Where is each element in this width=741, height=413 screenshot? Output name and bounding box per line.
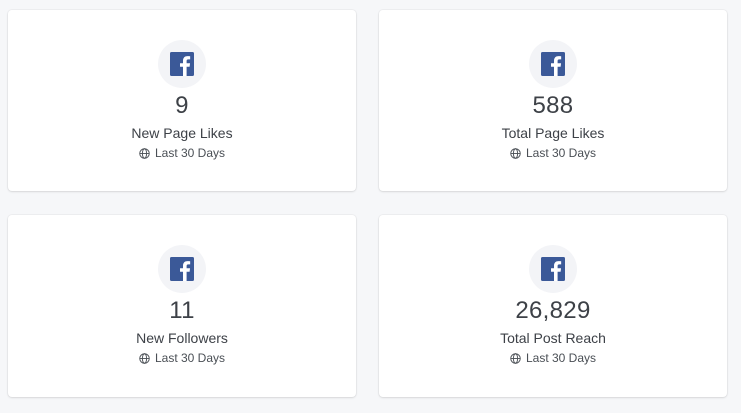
metric-card-new-page-likes: 9 New Page Likes Last 30 Days bbox=[8, 10, 356, 191]
facebook-icon-badge bbox=[158, 40, 206, 88]
metric-label: New Followers bbox=[136, 330, 228, 346]
period-label: Last 30 Days bbox=[525, 146, 597, 160]
facebook-icon bbox=[541, 52, 565, 76]
facebook-icon bbox=[170, 52, 194, 76]
globe-icon bbox=[139, 147, 150, 159]
metric-card-total-post-reach: 26,829 Total Post Reach Last 30 Days bbox=[379, 215, 727, 397]
facebook-icon-badge bbox=[529, 40, 577, 88]
period-indicator: Last 30 Days bbox=[139, 350, 225, 366]
period-label: Last 30 Days bbox=[154, 351, 226, 365]
globe-icon bbox=[510, 352, 521, 364]
globe-icon bbox=[510, 147, 521, 159]
period-label: Last 30 Days bbox=[154, 146, 226, 160]
metric-value: 26,829 bbox=[515, 297, 591, 324]
metric-card-total-page-likes: 588 Total Page Likes Last 30 Days bbox=[379, 10, 727, 191]
facebook-icon-badge bbox=[158, 245, 206, 293]
metric-value: 9 bbox=[175, 92, 189, 119]
metric-card-new-followers: 11 New Followers Last 30 Days bbox=[8, 215, 356, 397]
period-indicator: Last 30 Days bbox=[510, 145, 596, 161]
metric-label: Total Post Reach bbox=[500, 330, 606, 346]
metric-value: 11 bbox=[169, 297, 195, 324]
metric-label: Total Page Likes bbox=[501, 125, 605, 141]
facebook-icon bbox=[541, 257, 565, 281]
period-indicator: Last 30 Days bbox=[510, 350, 596, 366]
period-indicator: Last 30 Days bbox=[139, 145, 225, 161]
facebook-icon-badge bbox=[529, 245, 577, 293]
facebook-icon bbox=[170, 257, 194, 281]
metrics-grid: 9 New Page Likes Last 30 Days 588 Total … bbox=[0, 0, 741, 413]
period-label: Last 30 Days bbox=[525, 351, 597, 365]
globe-icon bbox=[139, 352, 150, 364]
metric-value: 588 bbox=[532, 92, 574, 119]
metric-label: New Page Likes bbox=[131, 125, 233, 141]
